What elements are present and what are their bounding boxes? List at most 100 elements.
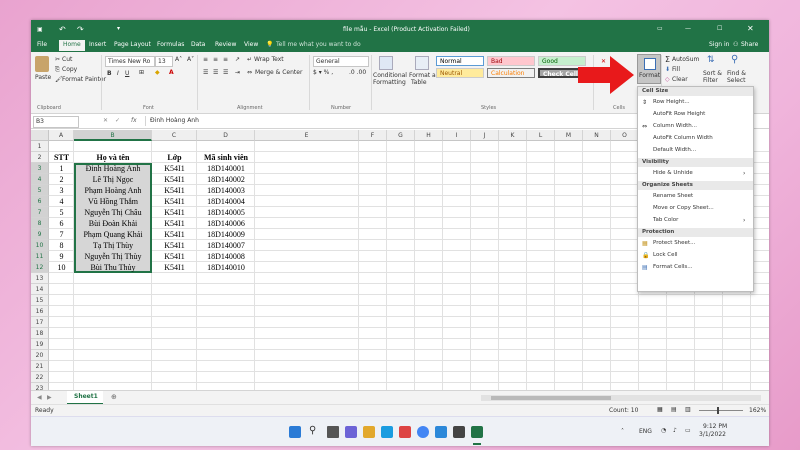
copy-button[interactable]: Copy <box>62 66 77 73</box>
font-name-select[interactable]: Times New Ro <box>105 56 155 67</box>
column-header-j[interactable]: J <box>471 130 499 141</box>
menu-autofit-row[interactable]: AutoFit Row Height <box>653 111 705 117</box>
header-student-id[interactable]: Mã sinh viên <box>197 152 255 163</box>
align-middle-icon[interactable]: ≡ <box>213 56 218 63</box>
menu-autofit-column[interactable]: AutoFit Column Width <box>653 135 713 141</box>
share-button[interactable]: Share <box>741 41 758 48</box>
cancel-icon[interactable]: ✕ <box>103 117 108 124</box>
close-icon[interactable]: ✕ <box>747 24 754 33</box>
fill-button[interactable]: Fill <box>672 66 680 73</box>
decrease-font-icon[interactable]: A˅ <box>187 56 194 63</box>
indent-icon[interactable]: ⇥ <box>235 69 240 76</box>
row-header-11[interactable]: 11 <box>31 251 49 262</box>
insert-function-icon[interactable]: fx <box>131 117 137 124</box>
cell-student-id[interactable]: 18D140009 <box>197 229 255 240</box>
volume-icon[interactable]: ♪ <box>673 427 677 434</box>
cell-student-id[interactable]: 18D140010 <box>197 262 255 273</box>
cut-icon[interactable]: ✂ <box>55 56 60 63</box>
cell-name[interactable]: Phạm Hoàng Anh <box>74 185 152 196</box>
file-explorer-icon[interactable] <box>363 426 375 438</box>
font-color-icon[interactable]: A <box>169 69 174 76</box>
row-header-22[interactable]: 22 <box>31 372 49 383</box>
currency-icon[interactable]: $ ▾ % , <box>313 69 333 76</box>
align-top-icon[interactable]: ≡ <box>203 56 208 63</box>
tab-formulas[interactable]: Formulas <box>157 41 184 48</box>
autosum-button[interactable]: AutoSum <box>672 56 699 63</box>
bold-button[interactable]: B <box>107 70 112 77</box>
tell-me-box[interactable]: Tell me what you want to do <box>276 41 361 48</box>
merge-center-button[interactable]: Merge & Center <box>255 69 302 76</box>
style-bad[interactable]: Bad <box>487 56 535 66</box>
row-header-9[interactable]: 9 <box>31 229 49 240</box>
signin-link[interactable]: Sign in <box>709 41 729 48</box>
row-header-15[interactable]: 15 <box>31 295 49 306</box>
row-header-12[interactable]: 12 <box>31 262 49 273</box>
format-as-table-button[interactable]: Format as <box>409 72 439 79</box>
find-select-button[interactable]: Find & <box>727 70 746 77</box>
align-bottom-icon[interactable]: ≡ <box>223 56 228 63</box>
cell-stt[interactable]: 9 <box>49 251 74 262</box>
borders-icon[interactable]: ⊞ <box>139 69 144 76</box>
clear-icon[interactable]: ◇ <box>665 76 670 83</box>
cell-stt[interactable]: 10 <box>49 262 74 273</box>
clock-time[interactable]: 9:12 PM <box>703 423 727 430</box>
column-header-b[interactable]: B <box>74 130 152 141</box>
clock-date[interactable]: 3/1/2022 <box>699 431 726 438</box>
row-header-5[interactable]: 5 <box>31 185 49 196</box>
row-header-13[interactable]: 13 <box>31 273 49 284</box>
enter-icon[interactable]: ✓ <box>115 117 120 124</box>
sort-filter-button[interactable]: Sort & <box>703 70 722 77</box>
row-header-8[interactable]: 8 <box>31 218 49 229</box>
column-header-i[interactable]: I <box>443 130 471 141</box>
row-header-17[interactable]: 17 <box>31 317 49 328</box>
cell-student-id[interactable]: 18D140001 <box>197 163 255 174</box>
sort-filter-icon[interactable]: ⇅ <box>707 55 715 65</box>
cell-class[interactable]: K54I1 <box>152 174 197 185</box>
merge-icon[interactable]: ⇔ <box>247 69 252 76</box>
menu-protect-sheet[interactable]: Protect Sheet... <box>653 240 695 246</box>
cell-name[interactable]: Phạm Quang Khải <box>74 229 152 240</box>
cell-class[interactable]: K54I1 <box>152 185 197 196</box>
prev-sheet-icon[interactable]: ◀ <box>37 394 42 401</box>
undo-icon[interactable]: ↶ <box>59 25 66 34</box>
menu-row-height[interactable]: Row Height... <box>653 99 690 105</box>
cell-class[interactable]: K54I1 <box>152 207 197 218</box>
normal-view-icon[interactable]: ▦ <box>657 406 663 413</box>
store-icon[interactable] <box>399 426 411 438</box>
cell-name[interactable]: Bùi Thu Thủy <box>74 262 152 273</box>
battery-icon[interactable]: ▭ <box>685 427 691 434</box>
row-header-19[interactable]: 19 <box>31 339 49 350</box>
redo-icon[interactable]: ↷ <box>77 25 84 34</box>
style-neutral[interactable]: Neutral <box>436 68 484 78</box>
task-view-icon[interactable] <box>327 426 339 438</box>
app-icon[interactable] <box>435 426 447 438</box>
cell-student-id[interactable]: 18D140004 <box>197 196 255 207</box>
increase-font-icon[interactable]: A˄ <box>175 56 182 63</box>
wrap-text-button[interactable]: Wrap Text <box>254 56 284 63</box>
quick-access-icon[interactable]: ▾ <box>117 25 120 32</box>
cell-class[interactable]: K54I1 <box>152 251 197 262</box>
format-as-table-icon[interactable] <box>415 56 429 70</box>
cell-stt[interactable]: 6 <box>49 218 74 229</box>
paste-button[interactable]: Paste <box>35 74 51 81</box>
search-icon[interactable]: ⚲ <box>731 54 738 65</box>
align-left-icon[interactable]: ☰ <box>203 69 208 76</box>
column-header-h[interactable]: H <box>415 130 443 141</box>
tab-data[interactable]: Data <box>191 41 205 48</box>
header-stt[interactable]: STT <box>49 152 74 163</box>
paste-icon[interactable] <box>35 56 49 72</box>
autosum-icon[interactable]: Σ <box>665 55 670 64</box>
column-header-f[interactable]: F <box>359 130 387 141</box>
cell-class[interactable]: K54I1 <box>152 240 197 251</box>
edge-icon[interactable] <box>381 426 393 438</box>
zoom-slider[interactable] <box>699 410 743 411</box>
menu-lock-cell[interactable]: Lock Cell <box>653 252 678 258</box>
tab-insert[interactable]: Insert <box>89 41 106 48</box>
tab-view[interactable]: View <box>244 41 258 48</box>
row-header-16[interactable]: 16 <box>31 306 49 317</box>
header-name[interactable]: Họ và tên <box>74 152 152 163</box>
zoom-slider-thumb[interactable] <box>717 407 719 414</box>
underline-button[interactable]: U <box>125 70 129 77</box>
menu-default-width[interactable]: Default Width... <box>653 147 696 153</box>
cell-student-id[interactable]: 18D140005 <box>197 207 255 218</box>
